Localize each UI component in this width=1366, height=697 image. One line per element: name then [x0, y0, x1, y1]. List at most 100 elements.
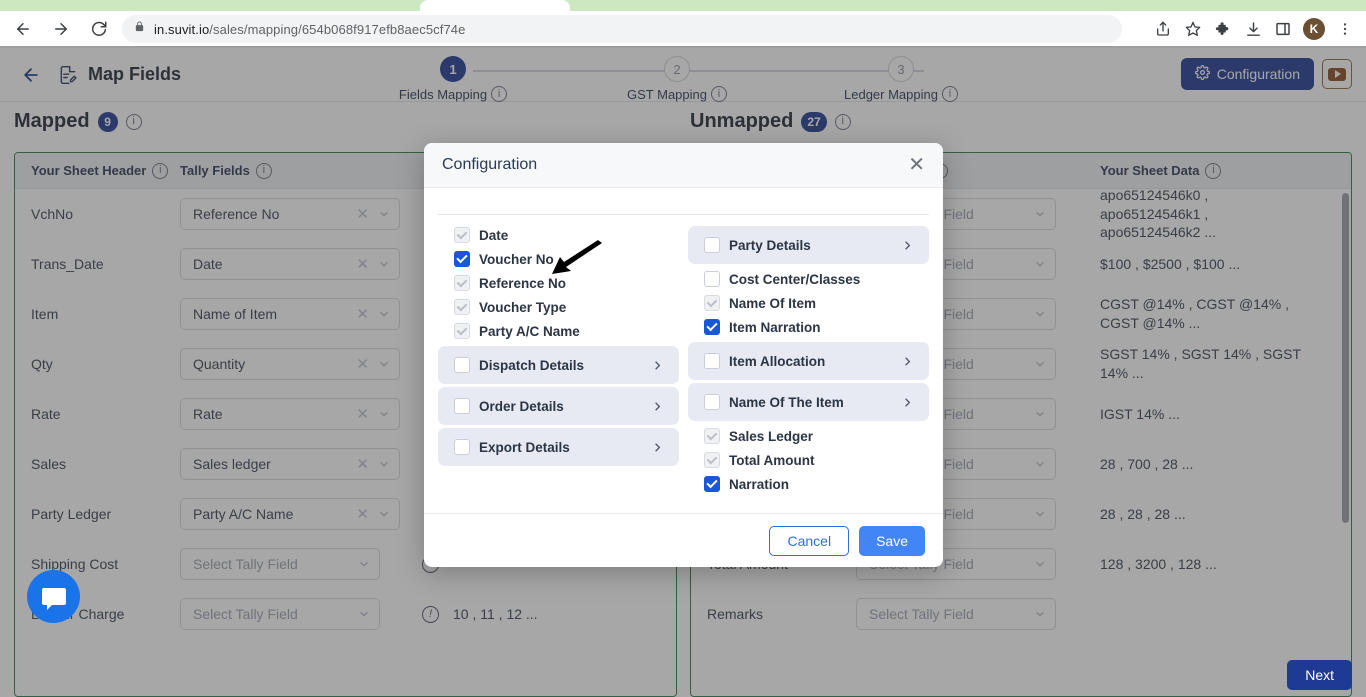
clear-icon[interactable]: ✕ — [348, 255, 377, 273]
address-bar[interactable]: in.suvit.io/sales/mapping/654b068f917efb… — [122, 15, 1122, 43]
row-tally-select[interactable]: Sales ledger ✕ — [180, 448, 410, 480]
share-icon[interactable] — [1150, 16, 1176, 42]
info-icon[interactable]: i — [255, 162, 272, 179]
clear-icon[interactable]: ✕ — [348, 455, 377, 473]
kebab-menu-icon[interactable] — [1332, 16, 1358, 42]
chevron-down-icon[interactable] — [1033, 607, 1047, 621]
step-ledger-mapping[interactable]: 3 Ledger Mapping i — [821, 56, 981, 102]
back-icon[interactable] — [8, 14, 38, 44]
option-cost-center-classes[interactable]: Cost Center/Classes — [688, 267, 929, 291]
chevron-down-icon[interactable] — [377, 407, 391, 421]
info-icon[interactable]: i — [1205, 162, 1222, 179]
group-item-allocation[interactable]: Item Allocation — [688, 342, 929, 380]
option-name-of-item[interactable]: Name Of Item — [688, 291, 929, 315]
checkbox-order-details[interactable] — [454, 398, 470, 414]
chevron-down-icon[interactable] — [377, 307, 391, 321]
clear-icon[interactable]: ✕ — [348, 205, 377, 223]
checkbox-narration[interactable] — [704, 476, 720, 492]
chat-support-button[interactable] — [27, 570, 80, 623]
chevron-down-icon[interactable] — [1033, 507, 1047, 521]
unmapped-scrollbar[interactable] — [1342, 193, 1349, 523]
download-icon[interactable] — [1240, 16, 1266, 42]
configuration-button[interactable]: Configuration — [1180, 58, 1314, 90]
forward-arrow-icon[interactable] — [46, 14, 76, 44]
group-name-of-the-item[interactable]: Name Of The Item — [688, 383, 929, 421]
checkbox-item-narration[interactable] — [704, 319, 720, 335]
chevron-down-icon[interactable] — [377, 207, 391, 221]
group-order-details[interactable]: Order Details — [438, 387, 679, 425]
info-icon[interactable]: i — [834, 113, 851, 130]
checkbox-party-details[interactable] — [704, 237, 720, 253]
puzzle-icon[interactable] — [1210, 16, 1236, 42]
chevron-right-icon[interactable] — [900, 238, 915, 253]
youtube-button[interactable] — [1322, 59, 1352, 89]
reload-icon[interactable] — [84, 14, 114, 44]
chevron-down-icon[interactable] — [377, 457, 391, 471]
row-tally-select[interactable]: Name of Item ✕ — [180, 298, 410, 330]
chevron-right-icon[interactable] — [650, 399, 665, 414]
browser-active-tab[interactable] — [420, 0, 570, 11]
clear-icon[interactable]: ✕ — [348, 505, 377, 523]
chevron-down-icon[interactable] — [1033, 357, 1047, 371]
step-2-label: GST Mapping i — [597, 86, 757, 102]
info-icon[interactable]: i — [941, 86, 958, 102]
warning-icon[interactable]: ! — [422, 605, 439, 623]
chevron-right-icon[interactable] — [900, 354, 915, 369]
chevron-down-icon[interactable] — [1033, 557, 1047, 571]
option-total-amount[interactable]: Total Amount — [688, 448, 929, 472]
clear-icon[interactable]: ✕ — [348, 405, 377, 423]
checkbox-export-details[interactable] — [454, 439, 470, 455]
avatar[interactable]: K — [1303, 18, 1325, 40]
back-button[interactable] — [14, 58, 48, 92]
option-party-ac-name[interactable]: Party A/C Name — [438, 319, 679, 343]
chevron-down-icon[interactable] — [1033, 257, 1047, 271]
chevron-down-icon[interactable] — [377, 357, 391, 371]
row-tally-select[interactable]: Select Tally Field — [180, 548, 410, 580]
group-dispatch-details[interactable]: Dispatch Details — [438, 346, 679, 384]
row-tally-select[interactable]: Reference No ✕ — [180, 198, 410, 230]
option-sales-ledger[interactable]: Sales Ledger — [688, 424, 929, 448]
row-tally-select[interactable]: Select Tally Field — [180, 598, 410, 630]
next-button[interactable]: Next — [1287, 660, 1352, 690]
row-tally-select[interactable]: Date ✕ — [180, 248, 410, 280]
checkbox-dispatch-details[interactable] — [454, 357, 470, 373]
browser-tab-strip[interactable] — [0, 0, 1366, 11]
chevron-down-icon[interactable] — [1033, 457, 1047, 471]
group-export-details[interactable]: Export Details — [438, 428, 679, 466]
info-icon[interactable]: i — [152, 162, 169, 179]
chevron-right-icon[interactable] — [900, 395, 915, 410]
checkbox-voucher-no[interactable] — [454, 251, 470, 267]
cancel-button[interactable]: Cancel — [769, 525, 850, 556]
chevron-right-icon[interactable] — [650, 358, 665, 373]
chevron-down-icon[interactable] — [357, 557, 371, 571]
star-icon[interactable] — [1180, 16, 1206, 42]
clear-icon[interactable]: ✕ — [348, 305, 377, 323]
chevron-down-icon[interactable] — [1033, 307, 1047, 321]
close-icon[interactable]: ✕ — [908, 155, 925, 175]
checkbox-cost-center-classes[interactable] — [704, 271, 720, 287]
option-narration[interactable]: Narration — [688, 472, 929, 496]
row-tally-select[interactable]: Quantity ✕ — [180, 348, 410, 380]
row-tally-select[interactable]: Select Tally Field — [856, 598, 1086, 630]
step-gst-mapping[interactable]: 2 GST Mapping i — [597, 56, 757, 102]
step-fields-mapping[interactable]: 1 Fields Mapping i — [373, 56, 533, 102]
checkbox-name-of-the-item[interactable] — [704, 394, 720, 410]
row-tally-select[interactable]: Rate ✕ — [180, 398, 410, 430]
chevron-down-icon[interactable] — [1033, 207, 1047, 221]
option-item-narration[interactable]: Item Narration — [688, 315, 929, 339]
group-party-details[interactable]: Party Details — [688, 226, 929, 264]
side-panel-icon[interactable] — [1270, 16, 1296, 42]
info-icon[interactable]: i — [491, 86, 508, 102]
save-button[interactable]: Save — [859, 525, 925, 556]
info-icon[interactable]: i — [125, 113, 142, 130]
chevron-down-icon[interactable] — [1033, 407, 1047, 421]
chevron-right-icon[interactable] — [650, 440, 665, 455]
option-voucher-type[interactable]: Voucher Type — [438, 295, 679, 319]
info-icon[interactable]: i — [710, 86, 727, 102]
chevron-down-icon[interactable] — [377, 257, 391, 271]
chevron-down-icon[interactable] — [357, 607, 371, 621]
row-tally-select[interactable]: Party A/C Name ✕ — [180, 498, 410, 530]
chevron-down-icon[interactable] — [377, 507, 391, 521]
clear-icon[interactable]: ✕ — [348, 355, 377, 373]
checkbox-item-allocation[interactable] — [704, 353, 720, 369]
